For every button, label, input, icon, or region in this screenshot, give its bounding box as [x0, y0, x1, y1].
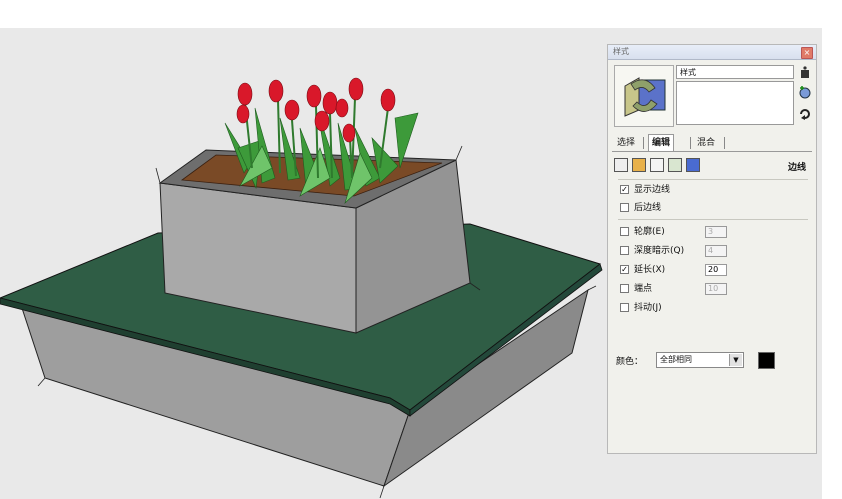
checkbox[interactable] [620, 284, 629, 293]
style-name-input[interactable]: 样式 [676, 65, 794, 79]
depth-cue-field[interactable]: 4 [705, 245, 727, 257]
color-label: 颜色： [616, 357, 644, 367]
tab-select[interactable]: 选择 [614, 135, 638, 151]
endpoints-field[interactable]: 10 [705, 283, 727, 295]
bucket-icon[interactable] [798, 65, 812, 79]
tab-mix[interactable]: 混合 [694, 135, 718, 151]
update-style-icon[interactable] [798, 107, 812, 121]
style-description-input[interactable] [676, 81, 794, 125]
panel-title: 样式 [613, 47, 629, 56]
panel-titlebar[interactable]: 样式 × [608, 45, 816, 60]
face-style-2-icon[interactable] [632, 158, 646, 172]
close-icon[interactable]: × [801, 47, 813, 59]
checkbox[interactable]: ✓ [620, 265, 629, 274]
tab-edit[interactable]: 编辑 [648, 134, 675, 152]
tab-separator [643, 137, 644, 149]
extension-length-field[interactable]: 20 [705, 264, 727, 276]
checkbox[interactable] [620, 203, 629, 212]
tab-separator [690, 137, 691, 149]
face-style-5-icon[interactable] [686, 158, 700, 172]
styles-panel: 样式 × 样式 选择 编辑 混合 边线 ✓ 显示边线 后边线 轮廓(E) 3 深… [607, 44, 817, 454]
checkbox[interactable] [620, 246, 629, 255]
divider [618, 219, 808, 220]
style-section-toolbar [614, 158, 734, 174]
edge-settings-label: 边线 [788, 163, 807, 173]
checkbox[interactable] [620, 227, 629, 236]
tab-separator [724, 137, 725, 149]
face-style-3-icon[interactable] [650, 158, 664, 172]
edge-color-select-value: 全部相同 [660, 355, 692, 364]
checkbox[interactable] [620, 303, 629, 312]
profiles-width-field[interactable]: 3 [705, 226, 727, 238]
divider [618, 179, 808, 180]
style-thumbnail [614, 65, 674, 127]
face-style-1-icon[interactable] [614, 158, 628, 172]
chevron-down-icon[interactable]: ▼ [729, 354, 742, 366]
create-style-icon[interactable] [798, 85, 812, 99]
panel-tabs: 选择 编辑 混合 [612, 134, 812, 152]
face-style-4-icon[interactable] [668, 158, 682, 172]
edge-color-swatch[interactable] [758, 352, 775, 369]
edge-color-row: 颜色： 全部相同 ▼ [616, 352, 806, 370]
tab-underline [612, 151, 812, 152]
edge-color-select[interactable]: 全部相同 ▼ [656, 352, 744, 368]
checkbox[interactable]: ✓ [620, 185, 629, 194]
